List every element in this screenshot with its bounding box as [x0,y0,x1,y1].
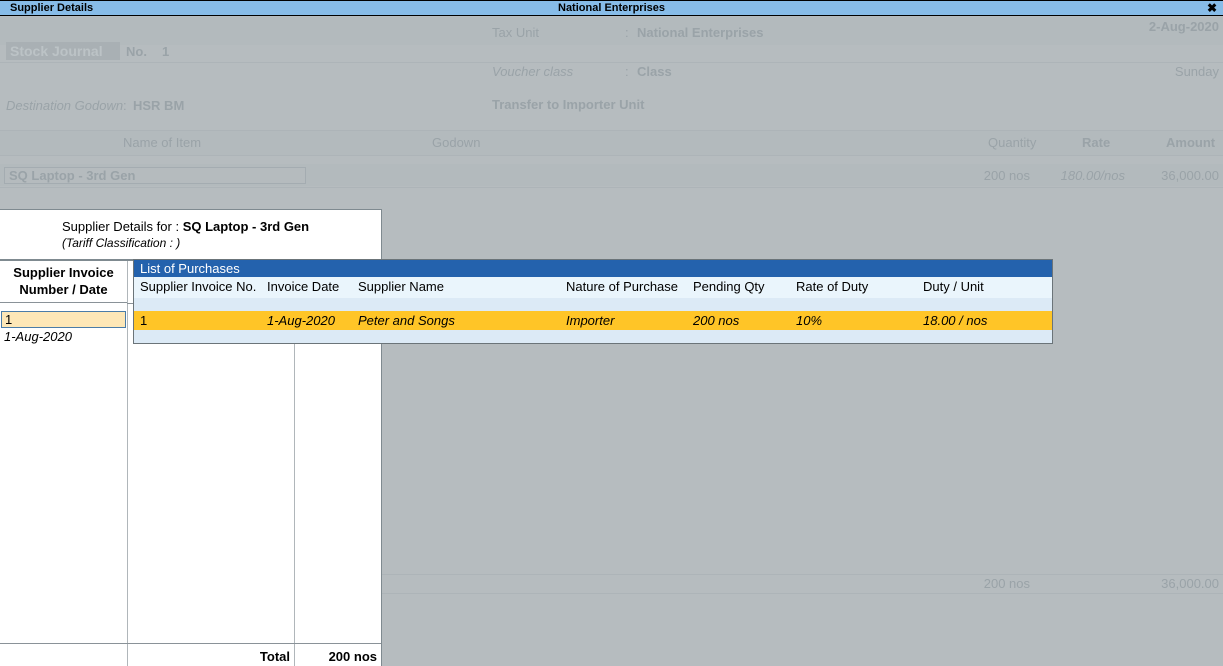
close-icon[interactable]: ✖ [1207,1,1217,16]
col-header-name-of-item: Name of Item [123,135,202,150]
supplier-details-separator: : [175,219,180,234]
transfer-to-importer-label: Transfer to Importer Unit [492,97,645,112]
list-of-purchases-title: List of Purchases [134,260,1052,277]
supplier-invoice-number-value: 1 [5,312,13,327]
col-pending-qty: Pending Qty [693,279,765,294]
col-invoice-date: Invoice Date [267,279,340,294]
table-row[interactable]: 1 1-Aug-2020 Peter and Songs Importer 20… [134,311,1052,330]
item-name-value: SQ Laptop - 3rd Gen [9,168,136,183]
col-supplier-invoice-no: Supplier Invoice No. [140,279,257,294]
panel-total-label: Total [259,649,290,664]
total-label-cell: Total [128,644,294,666]
voucher-no-label: No. [126,44,147,59]
divider-3 [0,155,1223,156]
item-name-field[interactable]: SQ Laptop - 3rd Gen [4,167,306,184]
divider-totals-top [382,574,1223,575]
supplier-invoice-header-line1: Supplier Invoice [13,265,114,280]
voucher-date: 2-Aug-2020 [1148,19,1219,34]
total-value-cell: 200 nos [295,644,381,666]
title-bar: Supplier Details National Enterprises ✖ [0,0,1223,16]
cell-nature-of-purchase: Importer [566,313,615,328]
panel-divider-1 [127,261,128,666]
destination-godown-separator: : [123,98,127,113]
col-rate-of-duty: Rate of Duty [796,279,869,294]
cell-pending-qty: 200 nos [693,313,740,328]
col-header-rate: Rate [1082,135,1111,150]
col-duty-per-unit: Duty / Unit [923,279,984,294]
list-footer-row [134,330,1052,343]
voucher-no-value: 1 [162,44,170,59]
list-of-purchases-header-row: Supplier Invoice No. Invoice Date Suppli… [134,277,1052,298]
cell-supplier-name: Peter and Songs [358,313,455,328]
voucher-day: Sunday [1174,64,1219,79]
destination-godown-label: Destination Godown [6,98,124,113]
item-amount: 36,000.00 [1161,168,1219,183]
panel-total-value: 200 nos [328,649,377,664]
destination-godown-value: HSR BM [133,98,185,113]
total-amount: 36,000.00 [1161,576,1219,591]
supplier-details-label: Supplier Details for [62,219,172,234]
total-quantity: 200 nos [983,576,1030,591]
cell-duty-per-unit: 18.00 / nos [923,313,988,328]
company-title: National Enterprises [558,2,665,14]
tariff-classification: (Tariff Classification : ) [62,236,181,250]
col-header-amount: Amount [1166,135,1216,150]
col-header-godown: Godown [432,135,481,150]
voucher-class-separator: : [625,64,629,79]
cell-rate-of-duty: 10% [796,313,823,328]
divider-1 [0,62,1223,63]
supplier-details-heading: Supplier Details for : SQ Laptop - 3rd G… [62,219,309,234]
supplier-details-card: Supplier Details for : SQ Laptop - 3rd G… [0,209,382,260]
supplier-invoice-number-input[interactable]: 1 [1,311,126,328]
col-header-quantity: Quantity [988,135,1037,150]
supplier-details-screen: Supplier Details National Enterprises ✖ … [0,0,1223,666]
cell-invoice-no: 1 [140,313,148,328]
supplier-details-item: SQ Laptop - 3rd Gen [182,219,310,234]
list-of-purchases-panel: List of Purchases Supplier Invoice No. I… [133,259,1053,344]
supplier-invoice-date-value: 1-Aug-2020 [4,329,72,344]
col-supplier-name: Supplier Name [358,279,444,294]
list-spacer-row [134,298,1052,311]
supplier-invoice-header-line2: Number / Date [19,282,108,297]
voucher-class-label: Voucher class [492,64,574,79]
divider-totals-bottom [382,593,1223,594]
voucher-type-label: Stock Journal [6,42,120,60]
tax-unit-separator: : [625,25,629,40]
supplier-invoice-column-header: Supplier Invoice Number / Date [0,261,127,303]
cell-invoice-date: 1-Aug-2020 [267,313,335,328]
tax-unit-label: Tax Unit [492,25,539,40]
divider-4 [0,187,1223,188]
tax-unit-value: National Enterprises [637,25,764,40]
voucher-class-value: Class [637,64,672,79]
col-nature-of-purchase: Nature of Purchase [566,279,679,294]
